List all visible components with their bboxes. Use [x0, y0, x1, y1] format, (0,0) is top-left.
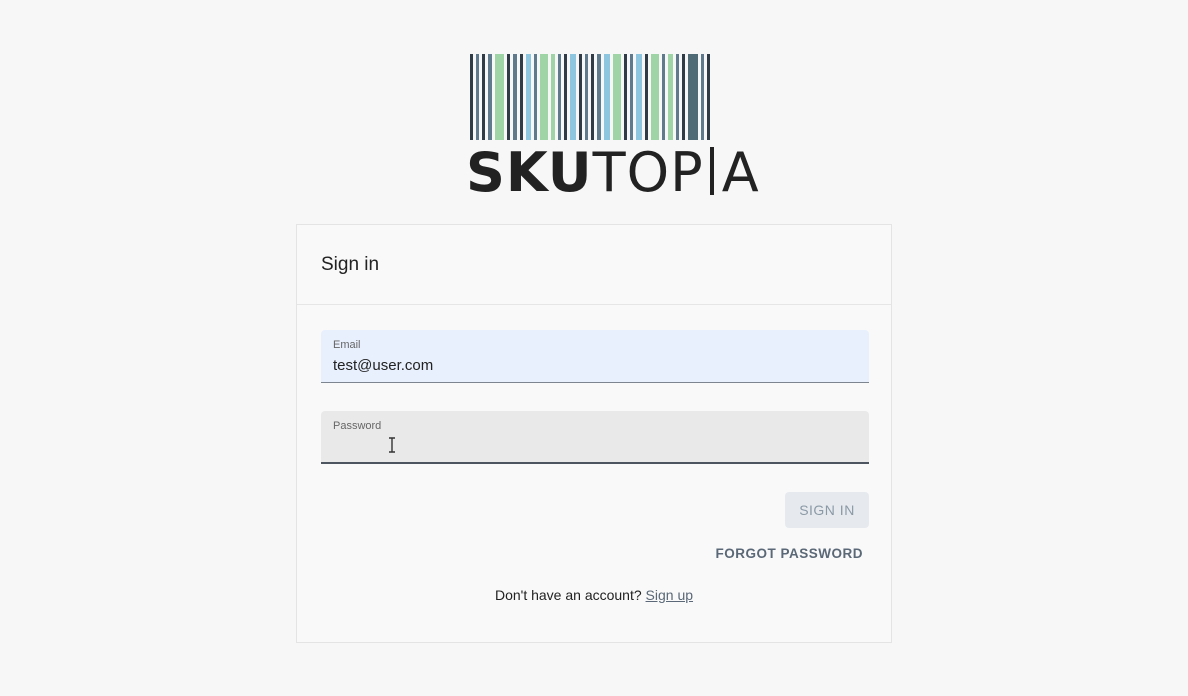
sign-in-button[interactable]: SIGN IN [785, 492, 869, 528]
card-header: Sign in [297, 225, 891, 305]
skutopia-logo: SKUTOP A [466, 52, 759, 202]
sign-up-link[interactable]: Sign up [646, 587, 693, 603]
barcode-bar [613, 54, 621, 140]
barcode-bar [604, 54, 610, 140]
barcode-bar [579, 54, 582, 140]
barcode-bar [534, 54, 537, 140]
barcode-graphic [470, 54, 710, 140]
barcode-bar [540, 54, 548, 140]
barcode-bar [597, 54, 601, 140]
barcode-bar [630, 54, 633, 140]
password-label: Password [333, 420, 382, 432]
logo-letter-i [709, 147, 714, 195]
barcode-bar [651, 54, 659, 140]
email-label: Email [333, 339, 361, 351]
password-field[interactable]: Password [321, 411, 869, 464]
page-title: Sign in [321, 253, 380, 275]
barcode-bar [513, 54, 517, 140]
barcode-bar [682, 54, 685, 140]
barcode-bar [688, 54, 698, 140]
barcode-bar [707, 54, 710, 140]
barcode-bar [662, 54, 665, 140]
logo-word-tail: A [721, 141, 760, 204]
barcode-bar [558, 54, 561, 140]
barcode-bar [470, 54, 473, 140]
barcode-bar [526, 54, 531, 140]
barcode-bar [701, 54, 704, 140]
email-field[interactable]: Email [321, 330, 869, 383]
signup-prompt: Don't have an account? [494, 587, 642, 603]
barcode-bar [488, 54, 492, 140]
login-page: SKUTOP A Sign in Email Password SIGN IN F… [0, 0, 1188, 696]
barcode-bar [636, 54, 642, 140]
barcode-bar [564, 54, 567, 140]
signup-row: Don't have an account? Sign up [297, 587, 891, 603]
barcode-bar [495, 54, 504, 140]
text-cursor-icon [389, 437, 395, 453]
logo-word-bold: SKU [466, 141, 593, 204]
password-input[interactable] [333, 436, 857, 456]
logo-wordmark: SKUTOP A [466, 144, 760, 202]
forgot-password-button[interactable]: FORGOT PASSWORD [708, 542, 872, 565]
barcode-bar [476, 54, 479, 140]
logo-word-light: TOP [592, 141, 704, 204]
barcode-bar [624, 54, 627, 140]
barcode-bar [520, 54, 523, 140]
barcode-bar [482, 54, 485, 140]
email-input[interactable] [333, 355, 857, 375]
barcode-bar [676, 54, 679, 140]
barcode-bar [668, 54, 673, 140]
barcode-bar [585, 54, 588, 140]
barcode-bar [591, 54, 594, 140]
barcode-bar [507, 54, 510, 140]
signin-card: Sign in Email Password SIGN IN FORGOT PA… [296, 224, 892, 643]
barcode-bar [551, 54, 555, 140]
barcode-bar [645, 54, 648, 140]
barcode-bar [570, 54, 576, 140]
